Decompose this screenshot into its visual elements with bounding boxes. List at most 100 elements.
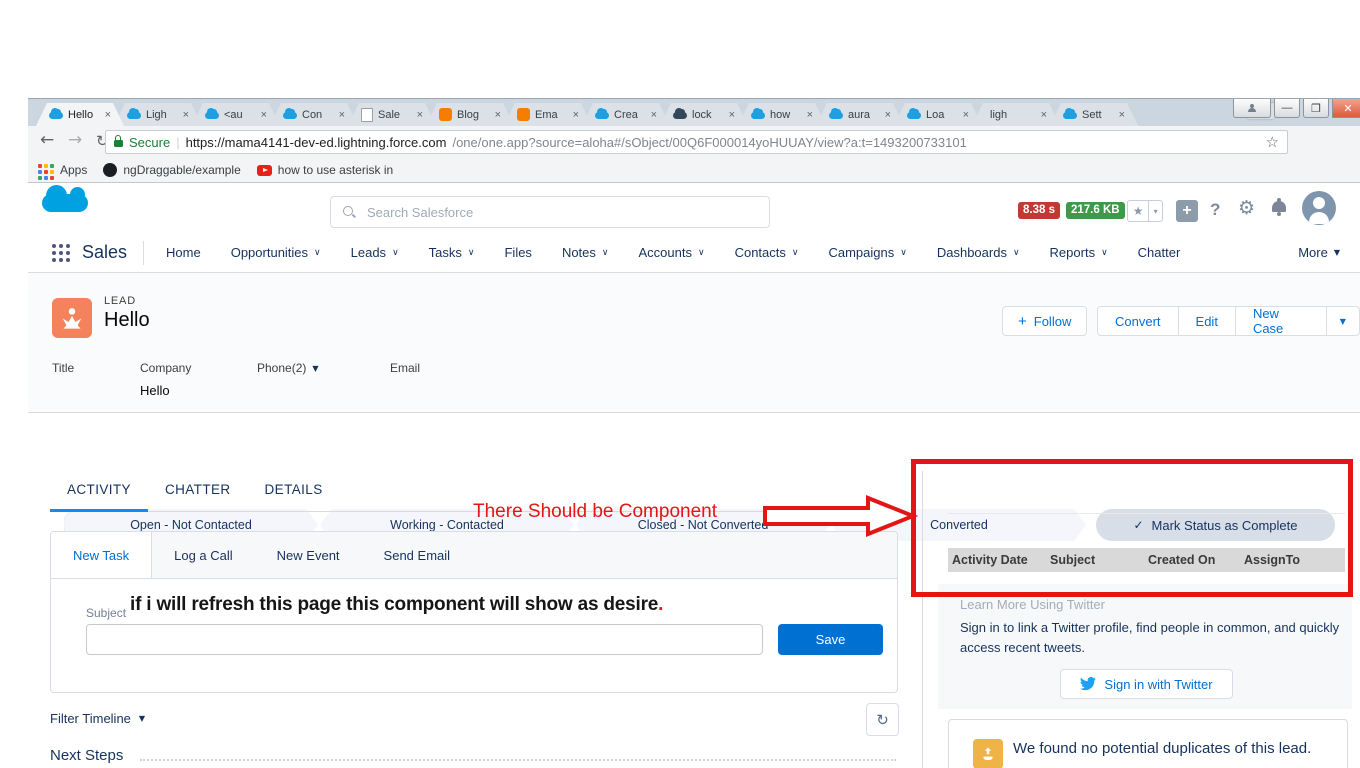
browser-tab[interactable]: Loa × xyxy=(894,103,982,126)
star-icon[interactable]: ★ xyxy=(1128,201,1148,221)
field-menu-icon[interactable]: ▼ xyxy=(312,364,318,373)
bookmark-item[interactable]: Apps xyxy=(38,163,87,177)
publisher-tab[interactable]: New Event xyxy=(255,532,362,578)
nav-item[interactable]: Notes ∨ xyxy=(562,245,609,260)
record-tab[interactable]: DETAILS xyxy=(248,471,340,512)
tab-close-icon[interactable]: × xyxy=(105,109,111,121)
tab-close-icon[interactable]: × xyxy=(807,109,813,121)
chevron-down-icon[interactable]: ∨ xyxy=(1013,248,1020,258)
tab-close-icon[interactable]: × xyxy=(1119,109,1125,121)
follow-button[interactable]: + Follow xyxy=(1002,306,1088,336)
publisher-tab[interactable]: Log a Call xyxy=(152,532,255,578)
record-action-button[interactable]: Convert xyxy=(1097,306,1179,336)
bookmark-item[interactable]: how to use asterisk in xyxy=(256,163,393,177)
subject-input[interactable] xyxy=(86,624,763,655)
browser-tab[interactable]: Hello × xyxy=(36,103,124,126)
record-tab[interactable]: ACTIVITY xyxy=(50,471,148,512)
global-search[interactable] xyxy=(330,196,770,228)
refresh-button[interactable]: ↻ xyxy=(866,703,899,736)
bookmark-item[interactable]: ngDraggable/example xyxy=(103,163,241,177)
chevron-down-icon[interactable]: ∨ xyxy=(792,248,799,258)
chevron-down-icon[interactable]: ∨ xyxy=(602,248,609,258)
browser-profile-button[interactable] xyxy=(1233,99,1271,118)
setup-gear-icon[interactable]: ⚙ xyxy=(1238,197,1255,219)
publisher-tab[interactable]: New Task xyxy=(51,532,153,578)
browser-tab[interactable]: lock × xyxy=(660,103,748,126)
sign-in-with-twitter-button[interactable]: Sign in with Twitter xyxy=(1060,669,1233,699)
app-launcher-icon[interactable] xyxy=(52,243,56,248)
publisher-tabs: New Task Log a Call New Event Send Email xyxy=(51,532,897,579)
browser-tab[interactable]: Blog × xyxy=(426,103,514,126)
chevron-down-icon[interactable]: ∨ xyxy=(392,248,399,258)
favorites-caret-icon[interactable]: ▾ xyxy=(1148,201,1162,221)
chevron-down-icon[interactable]: ∨ xyxy=(314,248,321,258)
browser-tab[interactable]: Sett × xyxy=(1050,103,1138,126)
nav-item[interactable]: Accounts ∨ xyxy=(639,245,705,260)
global-actions-button[interactable]: + xyxy=(1176,200,1198,222)
nav-item[interactable]: Opportunities ∨ xyxy=(231,245,321,260)
forward-icon[interactable]: → xyxy=(68,130,82,150)
annotation-refresh-note: if i will refresh this page this compone… xyxy=(130,594,664,615)
filter-timeline[interactable]: Filter Timeline ▼ xyxy=(50,711,145,726)
browser-tab[interactable]: how × xyxy=(738,103,826,126)
tab-close-icon[interactable]: × xyxy=(963,109,969,121)
user-avatar[interactable] xyxy=(1302,191,1336,225)
minimize-button[interactable]: — xyxy=(1274,99,1300,118)
nav-item-more[interactable]: More ▼ xyxy=(1298,245,1340,260)
nav-item[interactable]: Chatter ∨ xyxy=(1138,245,1181,260)
chevron-down-icon[interactable]: ∨ xyxy=(900,248,907,258)
url-host: https://mama4141-dev-ed.lightning.force.… xyxy=(185,134,447,150)
browser-tab[interactable]: Crea × xyxy=(582,103,670,126)
tab-close-icon[interactable]: × xyxy=(183,109,189,121)
record-action-button[interactable]: Edit xyxy=(1177,306,1236,336)
twitter-card-body: Sign in to link a Twitter profile, find … xyxy=(960,620,1340,655)
bookmark-star-icon[interactable]: ☆ xyxy=(1266,133,1279,151)
close-button[interactable]: ✕ xyxy=(1332,99,1360,118)
nav-item[interactable]: Files ∨ xyxy=(504,245,531,260)
restore-button[interactable]: ❐ xyxy=(1303,99,1329,118)
chevron-down-icon[interactable]: ∨ xyxy=(698,248,705,258)
tab-close-icon[interactable]: × xyxy=(417,109,423,121)
nav-item[interactable]: Leads ∨ xyxy=(351,245,399,260)
nav-item-label: Files xyxy=(504,245,532,260)
browser-tab[interactable]: Con × xyxy=(270,103,358,126)
profile-icon xyxy=(1248,104,1256,112)
chevron-down-icon[interactable]: ∨ xyxy=(1101,248,1108,258)
publisher-tab[interactable]: Send Email xyxy=(362,532,472,578)
tab-close-icon[interactable]: × xyxy=(495,109,501,121)
app-name[interactable]: Sales xyxy=(82,242,127,263)
browser-tab[interactable]: <au × xyxy=(192,103,280,126)
record-action-button[interactable]: New Case xyxy=(1234,306,1327,336)
browser-tab[interactable]: Ema × xyxy=(504,103,592,126)
tab-close-icon[interactable]: × xyxy=(885,109,891,121)
tab-close-icon[interactable]: × xyxy=(651,109,657,121)
chevron-down-icon[interactable]: ∨ xyxy=(468,248,475,258)
nav-item[interactable]: Campaigns ∨ xyxy=(828,245,906,260)
nav-item[interactable]: Dashboards ∨ xyxy=(937,245,1020,260)
nav-item[interactable]: Contacts ∨ xyxy=(735,245,799,260)
nav-item[interactable]: Tasks ∨ xyxy=(429,245,475,260)
tab-close-icon[interactable]: × xyxy=(261,109,267,121)
address-bar[interactable]: Secure | https://mama4141-dev-ed.lightni… xyxy=(105,130,1288,154)
browser-tab[interactable]: aura × xyxy=(816,103,904,126)
tab-close-icon[interactable]: × xyxy=(1041,109,1047,121)
favorites-button[interactable]: ★ ▾ xyxy=(1127,200,1163,222)
nav-item[interactable]: Home ∨ xyxy=(166,245,201,260)
notifications-bell-icon[interactable] xyxy=(1272,198,1286,216)
nav-item[interactable]: Reports ∨ xyxy=(1050,245,1108,260)
search-input[interactable] xyxy=(365,203,757,221)
perf-size-badge: 217.6 KB xyxy=(1066,202,1125,219)
tab-title: Sett xyxy=(1082,108,1102,121)
tab-close-icon[interactable]: × xyxy=(729,109,735,121)
secure-label[interactable]: Secure xyxy=(129,135,170,150)
tab-close-icon[interactable]: × xyxy=(339,109,345,121)
save-button[interactable]: Save xyxy=(778,624,883,655)
browser-tab[interactable]: ligh × xyxy=(972,103,1060,126)
browser-tab[interactable]: Ligh × xyxy=(114,103,202,126)
help-icon[interactable]: ? xyxy=(1210,200,1220,220)
more-actions-button[interactable]: ▼ xyxy=(1325,306,1360,336)
tab-close-icon[interactable]: × xyxy=(573,109,579,121)
back-icon[interactable]: ← xyxy=(40,130,54,150)
record-tab[interactable]: CHATTER xyxy=(148,471,248,512)
browser-tab[interactable]: Sale × xyxy=(348,103,436,126)
